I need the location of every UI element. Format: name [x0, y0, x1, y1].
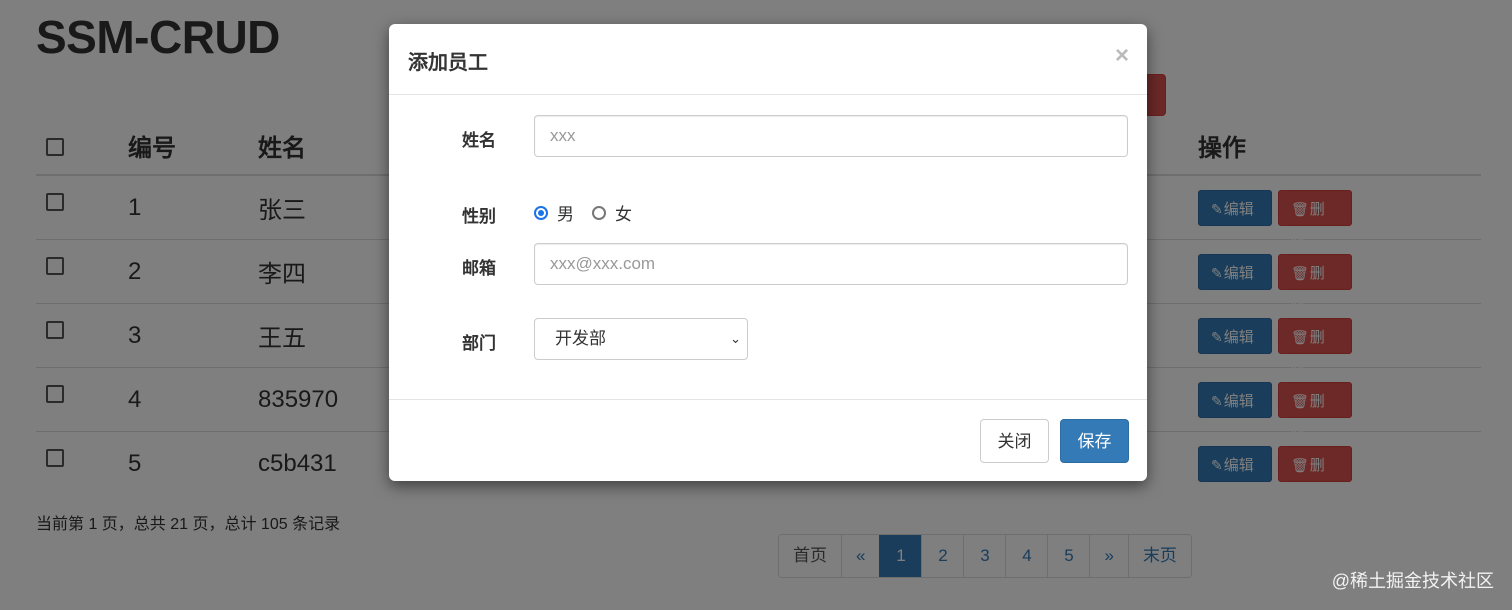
close-button[interactable]: 关闭 [980, 419, 1049, 463]
watermark: @稀土掘金技术社区 [1331, 571, 1494, 591]
dept-label: 部门 [462, 334, 496, 353]
email-label: 邮箱 [462, 259, 496, 278]
dept-row: 部门 开发部 ⌄ [389, 318, 1147, 360]
gender-label: 性别 [462, 207, 496, 226]
dept-select[interactable]: 开发部 ⌄ [534, 318, 748, 360]
dept-select-value: 开发部 [555, 329, 606, 348]
close-icon[interactable]: × [1115, 44, 1129, 68]
email-input[interactable] [534, 243, 1128, 285]
name-input[interactable] [534, 115, 1128, 157]
add-employee-modal: 添加员工 × 姓名 性别 男 女 邮箱 部门 开发部 ⌄ 关闭 保存 [389, 24, 1147, 481]
modal-header: 添加员工 × [389, 24, 1147, 95]
modal-footer: 关闭 保存 [389, 399, 1147, 482]
chevron-down-icon: ⌄ [730, 331, 741, 346]
email-row: 邮箱 [389, 243, 1147, 285]
gender-female-radio[interactable] [592, 205, 606, 220]
gender-male-label[interactable]: 男 [557, 200, 574, 225]
gender-female-label[interactable]: 女 [615, 200, 632, 225]
gender-male-radio[interactable] [534, 205, 548, 220]
gender-radio-group: 男 女 [534, 200, 650, 225]
name-label: 姓名 [462, 131, 496, 150]
gender-row: 性别 男 女 [389, 200, 1147, 226]
name-row: 姓名 [389, 115, 1147, 157]
modal-title: 添加员工 [408, 52, 488, 74]
save-button[interactable]: 保存 [1060, 419, 1129, 463]
